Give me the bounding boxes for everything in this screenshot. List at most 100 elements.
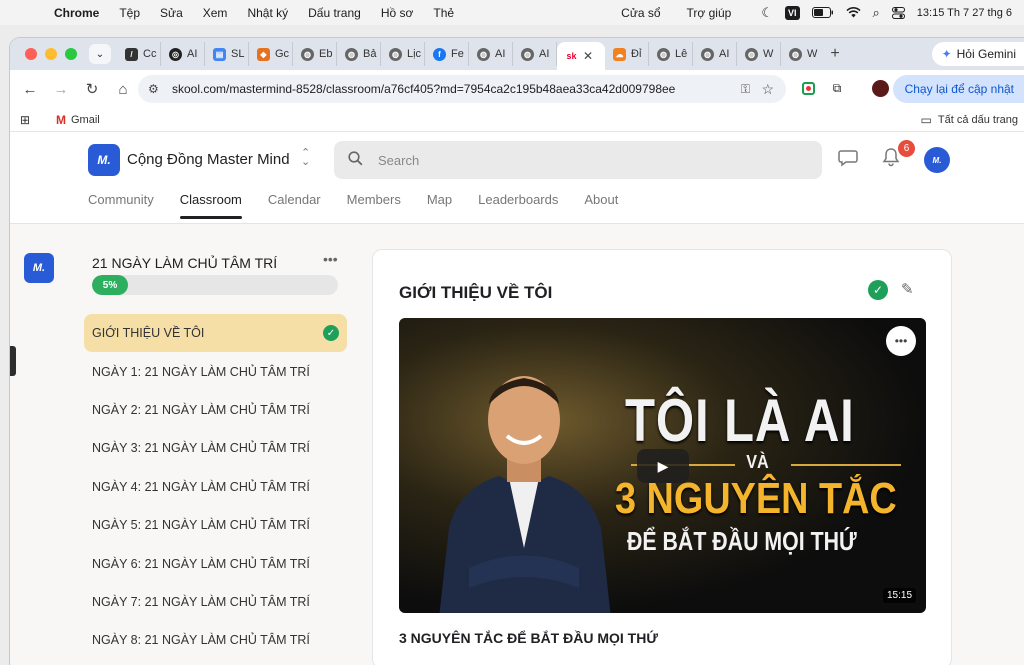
tab-label: Lê [675,48,688,60]
lesson-item-active[interactable]: GIỚI THIỆU VỀ TÔI ✓ [84,314,347,353]
lesson-item[interactable]: NGÀY 3: 21 NGÀY LÀM CHỦ TÂM TRÍ [84,429,347,467]
bookmark-star-icon[interactable]: ☆ [761,81,774,98]
menu-item-window[interactable]: Cửa sổ [621,6,660,20]
lesson-heading: GIỚI THIỆU VỀ TÔI [399,283,553,302]
play-button-icon[interactable]: ▶ [637,449,689,483]
tab-map[interactable]: Map [427,192,452,217]
new-tab-plus-icon[interactable]: + [825,45,845,63]
search-input[interactable]: Search [378,153,419,168]
browser-tab[interactable]: ◍ Lê [649,42,693,66]
menu-item-bookmarks[interactable]: Dấu trang [308,6,361,20]
home-icon[interactable]: ⌂ [109,81,137,98]
minimize-window-button[interactable] [45,48,57,60]
menu-item-tab[interactable]: Thẻ [433,6,454,20]
wifi-icon[interactable] [845,7,861,18]
tab-label: W [807,48,818,60]
menu-item-help[interactable]: Trợ giúp [687,6,732,20]
gemini-button[interactable]: ✦ Hỏi Gemini [931,42,1024,66]
chat-icon[interactable] [838,149,858,172]
course-progress-bar: 5% [92,275,338,295]
lesson-item[interactable]: NGÀY 5: 21 NGÀY LÀM CHỦ TÂM TRÍ [84,506,347,544]
browser-tab[interactable]: ◍ Eb [293,42,337,66]
extension-record-icon[interactable] [799,79,817,97]
video-player[interactable]: TÔI LÀ AI VÀ 3 NGUYÊN TẮC ĐỂ BẮT ĐẦU MỌI… [399,318,926,613]
back-arrow-icon[interactable]: ← [16,81,44,98]
gmail-icon: M [56,112,66,127]
reload-icon[interactable]: ↻ [78,80,106,98]
browser-tab[interactable]: f Fe [425,42,469,66]
site-info-icon[interactable]: ⚙ [148,82,164,96]
tab-label: AI [719,48,730,60]
bookmark-gmail[interactable]: M Gmail [56,113,100,127]
all-bookmarks[interactable]: ▭ Tất cả dấu trang [921,113,1024,127]
browser-tab[interactable]: ▤ SL [205,42,249,66]
all-bookmarks-label: Tất cả dấu trang [937,113,1018,126]
lesson-item[interactable]: NGÀY 2: 21 NGÀY LÀM CHỦ TÂM TRÍ [84,391,347,429]
menu-item-edit[interactable]: Sửa [160,6,183,20]
browser-tab[interactable]: ◆ Gc [249,42,293,66]
browser-tab[interactable]: ◍ AI [469,42,513,66]
tab-leaderboards[interactable]: Leaderboards [478,192,558,217]
browser-tab[interactable]: ☁ Đỉ [605,42,649,66]
tab-classroom[interactable]: Classroom [179,192,243,219]
browser-tab[interactable]: ◍ Bả [337,42,381,66]
lesson-item[interactable]: NGÀY 1: 21 NGÀY LÀM CHỦ TÂM TRÍ [84,352,347,390]
update-button[interactable]: Chạy lại để cập nhật [892,75,1024,103]
tab-search-chevron-icon[interactable]: ⌄ [89,44,111,64]
tab-about[interactable]: About [584,192,618,217]
menu-item-history[interactable]: Nhật ký [247,6,288,20]
video-more-options-icon[interactable]: ••• [886,326,916,356]
browser-tab[interactable]: ◍ AI [693,42,737,66]
community-switcher-chevron-icon[interactable]: ⌃ ⌄ [301,148,310,168]
macos-menubar: Chrome Tệp Sửa Xem Nhật ký Dấu trang Hồ … [0,0,1024,25]
community-header: M. Cộng Đồng Master Mind ⌃ ⌄ Search 6 M. … [10,133,1024,224]
gemini-sparkle-icon: ✦ [941,47,952,61]
browser-tab[interactable]: ◎ AI [161,42,205,66]
lesson-item[interactable]: NGÀY 4: 21 NGÀY LÀM CHỦ TÂM TRÍ [84,468,347,506]
menu-item-view[interactable]: Xem [203,6,228,20]
browser-tab[interactable]: ◍ AI [513,42,557,66]
apps-grid-icon[interactable]: ⊞ [20,113,36,127]
video-duration: 15:15 [883,588,917,603]
input-source-indicator[interactable]: VI [784,5,800,20]
forward-arrow-icon[interactable]: → [47,81,75,98]
browser-tab[interactable]: ◍ Lịc [381,42,425,66]
search-icon[interactable]: ⌕ [873,5,880,21]
zoom-window-button[interactable] [65,48,77,60]
menubar-clock[interactable]: 13:15 Th 7 27 thg 6 [917,7,1012,19]
tab-label: Bả [363,48,377,60]
tab-members[interactable]: Members [347,192,401,217]
community-name[interactable]: Cộng Đồng Master Mind [127,151,290,168]
menu-app-name[interactable]: Chrome [54,6,99,20]
browser-tab[interactable]: ◍ W [737,42,781,66]
browser-tab[interactable]: ◍ W [781,42,819,66]
address-bar[interactable]: ⚙ skool.com/mastermind-8528/classroom/a7… [138,75,786,103]
tab-label: Đỉ [631,48,642,60]
lesson-item[interactable]: NGÀY 7: 21 NGÀY LÀM CHỦ TÂM TRÍ [84,583,347,621]
notification-bell-icon[interactable] [882,147,900,172]
search-bar[interactable]: Search [334,141,822,179]
lesson-label: NGÀY 1: 21 NGÀY LÀM CHỦ TÂM TRÍ [92,364,310,379]
close-window-button[interactable] [25,48,37,60]
edit-pencil-icon[interactable]: ✎ [901,280,914,298]
tab-community[interactable]: Community [88,192,154,217]
mark-complete-check-icon[interactable]: ✓ [868,280,888,300]
battery-icon[interactable] [811,7,834,18]
community-logo[interactable]: M. [88,144,120,176]
address-url[interactable]: skool.com/mastermind-8528/classroom/a76c… [172,82,675,96]
profile-avatar[interactable] [871,79,889,97]
browser-tab[interactable]: / Cc [117,42,161,66]
tab-calendar[interactable]: Calendar [268,192,321,217]
password-key-icon[interactable]: ⚿ [741,82,750,97]
menu-item-profiles[interactable]: Hồ sơ [381,6,414,20]
control-center-icon[interactable] [891,6,905,19]
lesson-item[interactable]: NGÀY 8: 21 NGÀY LÀM CHỦ TÂM TRÍ [84,621,347,659]
course-more-options-icon[interactable]: ••• [323,251,338,267]
browser-tab-active[interactable]: sk ✕ [557,42,605,70]
extensions-puzzle-icon[interactable]: ⧉ [828,79,846,97]
user-avatar[interactable]: M. [924,147,950,173]
moon-icon[interactable]: ☾ [761,5,773,21]
tab-close-icon[interactable]: ✕ [583,49,593,63]
menu-item-file[interactable]: Tệp [119,6,140,20]
lesson-item[interactable]: NGÀY 6: 21 NGÀY LÀM CHỦ TÂM TRÍ [84,544,347,582]
